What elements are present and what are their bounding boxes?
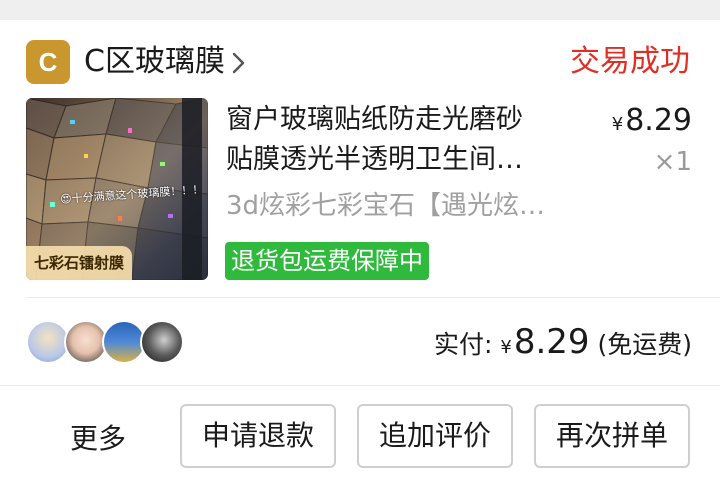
product-image[interactable]: 😍十分满意这个玻璃膜！！！ 七彩石镭射膜 xyxy=(26,98,208,280)
product-quantity: ×1 xyxy=(653,147,692,177)
store-header[interactable]: C C区玻璃膜 交易成功 xyxy=(0,20,720,98)
payment-amount: 8.29 xyxy=(513,322,590,362)
payment-note: (免运费) xyxy=(597,330,692,359)
order-status: 交易成功 xyxy=(570,44,690,79)
store-name-link[interactable]: C区玻璃膜 xyxy=(84,40,247,84)
add-review-button[interactable]: 追加评价 xyxy=(357,404,513,468)
avatar xyxy=(140,320,184,364)
product-title[interactable]: 窗户玻璃贴纸防走光磨砂 贴膜透光半透明卫生间… xyxy=(226,100,576,180)
chevron-right-icon xyxy=(232,52,245,73)
reorder-button[interactable]: 再次拼单 xyxy=(534,404,690,468)
store-name: C区玻璃膜 xyxy=(84,44,225,79)
store-logo[interactable]: C xyxy=(26,40,70,84)
payment-summary: 实付: ¥8.29 (免运费) xyxy=(434,318,692,366)
more-button[interactable]: 更多 xyxy=(70,416,126,462)
refund-button[interactable]: 申请退款 xyxy=(180,404,336,468)
product-title-line-2: 贴膜透光半透明卫生间… xyxy=(226,144,523,175)
divider xyxy=(0,385,720,386)
payment-currency: ¥ xyxy=(500,337,512,358)
product-image-caption: 七彩石镭射膜 xyxy=(26,246,133,280)
top-strip xyxy=(0,0,720,20)
payment-label: 实付: xyxy=(433,330,493,359)
product-price: ¥8.29 xyxy=(612,100,692,142)
price-currency: ¥ xyxy=(611,114,624,135)
divider xyxy=(26,297,720,298)
buyer-avatars xyxy=(26,320,226,364)
price-value: 8.29 xyxy=(625,103,692,138)
product-title-line-1: 窗户玻璃贴纸防走光磨砂 xyxy=(226,104,523,135)
product-sku: 3d炫彩七彩宝石【遇光炫… xyxy=(226,191,546,221)
return-shipping-badge: 退货包运费保障中 xyxy=(225,242,429,280)
